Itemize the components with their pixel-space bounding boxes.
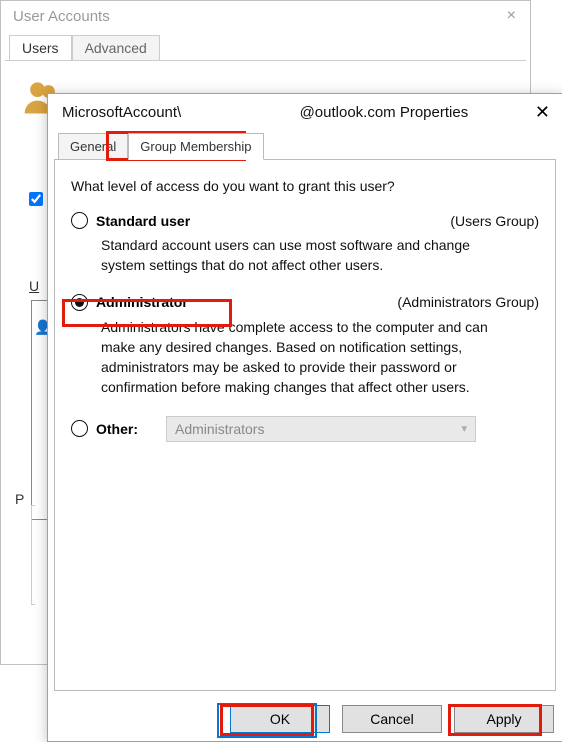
option-admin-header[interactable]: Administrator (Administrators Group)	[71, 294, 539, 311]
tab-body: What level of access do you want to gran…	[54, 159, 556, 691]
close-icon[interactable]: ✕	[533, 102, 552, 123]
other-select-value: Administrators	[175, 421, 264, 437]
fg-title-prefix: MicrosoftAccount\	[62, 104, 181, 121]
option-admin-group: (Administrators Group)	[397, 294, 539, 310]
dialog-button-row: OK Cancel Apply	[230, 705, 554, 733]
option-admin: Administrator (Administrators Group) Adm…	[71, 294, 539, 398]
option-standard-desc: Standard account users can use most soft…	[101, 235, 501, 276]
bg-users-heading: U	[29, 278, 39, 294]
radio-standard[interactable]	[71, 212, 88, 229]
fg-tabstrip: General Group Membership	[58, 133, 562, 160]
apply-button[interactable]: Apply	[454, 705, 554, 733]
bg-title: User Accounts	[13, 8, 110, 25]
other-group-select[interactable]: Administrators ▾	[166, 416, 476, 442]
radio-admin[interactable]	[71, 294, 88, 311]
bg-close-icon[interactable]: ×	[501, 7, 522, 25]
tab-general[interactable]: General	[58, 133, 128, 160]
bg-titlebar: User Accounts ×	[1, 1, 530, 31]
properties-dialog: MicrosoftAccount\ @outlook.com Propertie…	[47, 93, 562, 742]
option-standard-label: Standard user	[96, 213, 190, 229]
option-standard: Standard user (Users Group) Standard acc…	[71, 212, 539, 276]
option-standard-header[interactable]: Standard user (Users Group)	[71, 212, 539, 229]
cancel-button[interactable]: Cancel	[342, 705, 442, 733]
option-standard-group: (Users Group)	[450, 213, 539, 229]
option-admin-desc: Administrators have complete access to t…	[101, 317, 501, 398]
fg-titlebar: MicrosoftAccount\ @outlook.com Propertie…	[48, 94, 562, 131]
fg-title: MicrosoftAccount\ @outlook.com Propertie…	[62, 104, 468, 121]
bg-checkbox[interactable]	[29, 192, 43, 206]
option-other: Other: Administrators ▾	[71, 416, 539, 442]
option-admin-label: Administrator	[96, 294, 188, 310]
option-other-label: Other:	[96, 421, 138, 437]
bg-tab-users[interactable]: Users	[9, 35, 72, 60]
radio-other[interactable]	[71, 420, 88, 437]
bg-tab-advanced[interactable]: Advanced	[72, 35, 160, 60]
bg-tabstrip: Users Advanced	[9, 35, 530, 60]
tab-group-membership[interactable]: Group Membership	[128, 133, 263, 160]
ok-button[interactable]: OK	[230, 705, 330, 733]
access-question: What level of access do you want to gran…	[71, 178, 539, 194]
bg-p-label: P	[15, 491, 24, 507]
chevron-down-icon: ▾	[461, 422, 467, 435]
fg-title-suffix: @outlook.com Properties	[300, 104, 469, 121]
bg-groupbox	[31, 505, 35, 605]
